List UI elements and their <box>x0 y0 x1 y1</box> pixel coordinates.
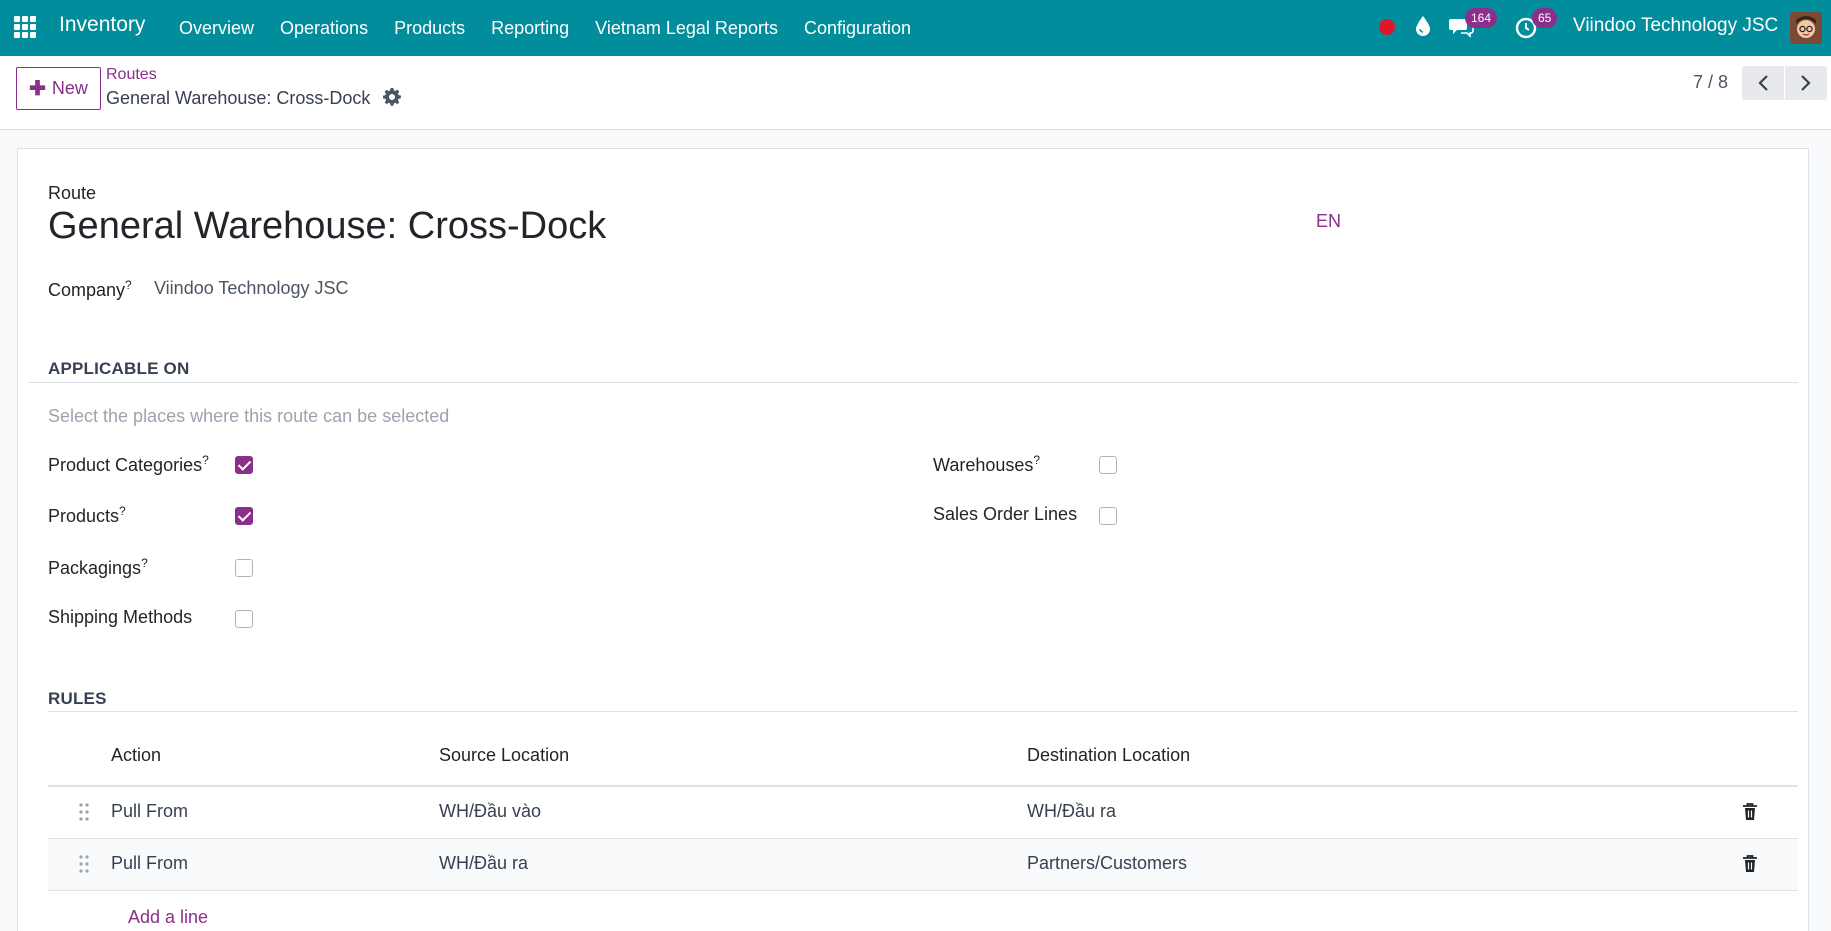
recording-indicator-icon[interactable] <box>1379 19 1395 35</box>
pager-value[interactable]: 7 / 8 <box>1693 72 1728 93</box>
warehouses-label-text: Warehouses <box>933 455 1034 475</box>
language-button[interactable]: EN <box>1316 211 1341 232</box>
top-navbar: Inventory Overview Operations Products R… <box>0 0 1831 56</box>
form-sheet: Route General Warehouse: Cross-Dock EN C… <box>17 148 1809 931</box>
company-switcher[interactable]: Viindoo Technology JSC <box>1573 15 1778 37</box>
rule-destination-cell[interactable]: WH/Đầu ra <box>1027 801 1116 822</box>
new-button[interactable]: ✚ New <box>16 67 101 110</box>
new-button-label: New <box>51 78 88 98</box>
menu-item-operations[interactable]: Operations <box>280 18 368 39</box>
sales-order-lines-label: Sales Order Lines <box>933 504 1078 524</box>
rule-action-cell[interactable]: Pull From <box>111 801 188 822</box>
chevron-left-icon <box>1758 75 1768 91</box>
packagings-checkbox[interactable] <box>235 559 253 577</box>
packagings-label: Packagings? <box>48 556 148 579</box>
help-icon[interactable]: ? <box>1033 453 1040 467</box>
company-label: Company? <box>48 278 132 301</box>
table-row[interactable]: Pull From WH/Đầu vào WH/Đầu ra <box>48 787 1798 839</box>
shipping-methods-checkbox[interactable] <box>235 610 253 628</box>
applicable-hint: Select the places where this route can b… <box>48 406 450 426</box>
gear-icon[interactable] <box>382 87 402 107</box>
products-label-text: Products <box>48 506 120 526</box>
menu-item-vietnam-legal-reports[interactable]: Vietnam Legal Reports <box>595 18 778 39</box>
rule-source-cell[interactable]: WH/Đầu vào <box>439 801 541 822</box>
divider <box>28 382 1798 383</box>
company-label-text: Company <box>48 280 126 300</box>
divider <box>48 711 1798 712</box>
help-icon[interactable]: ? <box>141 556 148 570</box>
warehouses-label: Warehouses? <box>933 453 1040 476</box>
chevron-right-icon <box>1801 75 1811 91</box>
menu-item-reporting[interactable]: Reporting <box>491 18 569 39</box>
apps-menu-icon[interactable] <box>14 16 36 38</box>
pager-previous-button[interactable] <box>1742 66 1784 100</box>
column-header-source-location[interactable]: Source Location <box>439 745 569 766</box>
trash-icon[interactable] <box>1742 802 1758 822</box>
app-name[interactable]: Inventory <box>59 13 145 37</box>
warehouses-checkbox[interactable] <box>1099 456 1117 474</box>
breadcrumb-routes[interactable]: Routes <box>106 66 157 84</box>
drop-icon[interactable] <box>1413 14 1433 38</box>
shipping-methods-label: Shipping Methods <box>48 607 193 627</box>
rule-destination-cell[interactable]: Partners/Customers <box>1027 853 1187 874</box>
rule-action-cell[interactable]: Pull From <box>111 853 188 874</box>
menu-item-overview[interactable]: Overview <box>179 18 254 39</box>
column-header-destination-location[interactable]: Destination Location <box>1027 745 1190 766</box>
packagings-label-text: Packagings <box>48 558 142 578</box>
breadcrumb-current: General Warehouse: Cross-Dock <box>106 88 371 108</box>
table-row[interactable]: Pull From WH/Đầu ra Partners/Customers <box>48 839 1798 891</box>
rules-heading: RULES <box>48 689 107 708</box>
drag-handle-icon[interactable] <box>78 802 90 822</box>
product-categories-label: Product Categories? <box>48 453 209 476</box>
products-label: Products? <box>48 504 126 527</box>
menu-item-configuration[interactable]: Configuration <box>804 18 911 39</box>
plus-icon: ✚ <box>29 78 46 100</box>
help-icon[interactable]: ? <box>125 278 132 292</box>
menu-item-products[interactable]: Products <box>394 18 465 39</box>
main-menu: Overview Operations Products Reporting V… <box>179 0 937 56</box>
user-avatar[interactable] <box>1790 12 1822 44</box>
route-label: Route <box>48 183 97 203</box>
drag-handle-icon[interactable] <box>78 854 90 874</box>
products-checkbox[interactable] <box>235 507 253 525</box>
pager-next-button[interactable] <box>1785 66 1827 100</box>
applicable-on-heading: APPLICABLE ON <box>48 359 190 378</box>
column-header-action[interactable]: Action <box>111 745 161 766</box>
activity-count-badge: 65 <box>1532 8 1558 28</box>
add-line-link[interactable]: Add a line <box>128 907 208 928</box>
help-icon[interactable]: ? <box>202 453 209 467</box>
product-categories-label-text: Product Categories <box>48 455 203 475</box>
chat-count-badge: 164 <box>1465 8 1498 28</box>
company-field[interactable]: Viindoo Technology JSC <box>154 278 348 299</box>
route-name-field[interactable]: General Warehouse: Cross-Dock <box>48 205 606 248</box>
control-panel: ✚ New Routes General Warehouse: Cross-Do… <box>0 56 1831 130</box>
rule-source-cell[interactable]: WH/Đầu ra <box>439 853 528 874</box>
trash-icon[interactable] <box>1742 854 1758 874</box>
product-categories-checkbox[interactable] <box>235 456 253 474</box>
help-icon[interactable]: ? <box>119 504 126 518</box>
sales-order-lines-checkbox[interactable] <box>1099 507 1117 525</box>
